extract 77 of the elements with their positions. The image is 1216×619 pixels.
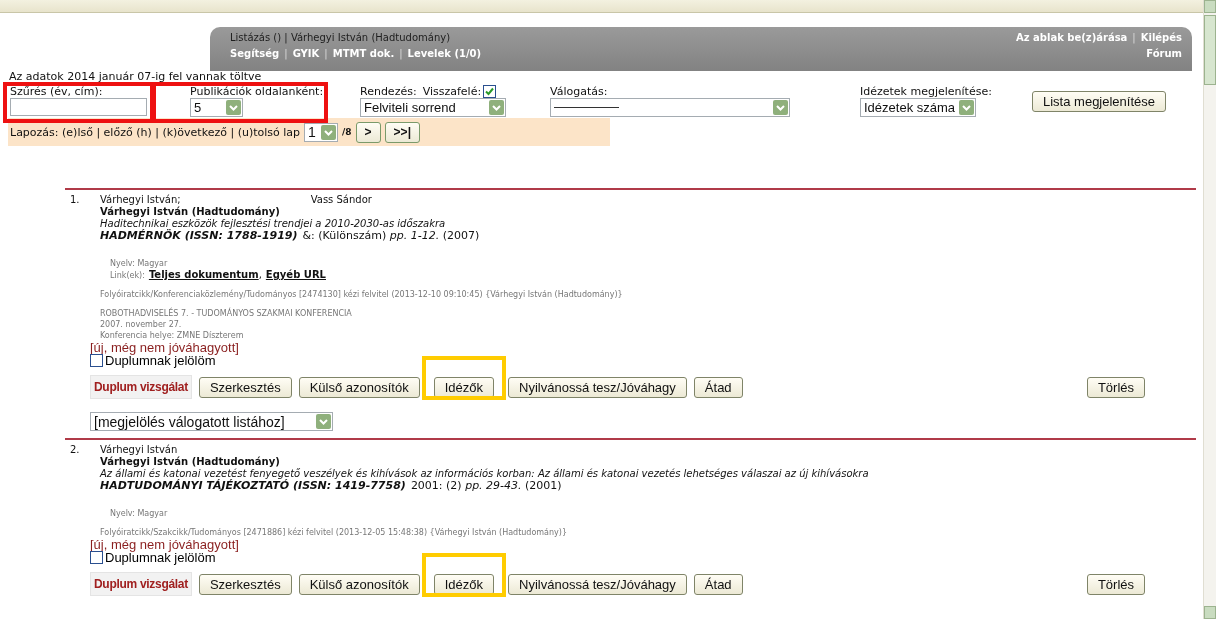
field-label: Szűrés (év, cím): (10, 85, 103, 98)
record-metadata: Folyóiratcikk/Konferenciaközlemény/Tudományos [2474130] kézi felvitel (2013-12-10 09:10:45) {Várhegyi István (Hadtudomány)} (100, 289, 623, 300)
dropdown-icon (321, 124, 337, 140)
dropdown-icon (226, 100, 241, 115)
source-details: 2001: (2) pp. 29-43. (2001) (410, 480, 562, 492)
duplicate-check-link[interactable]: Duplum vizsgálat (90, 572, 192, 596)
source-details: &: (Különszám) pp. 1-12. (2007) (302, 230, 480, 242)
checkbox-label: Visszafelé: (422, 85, 482, 98)
conference-info: ROBOTHADVISELÉS 7. - TUDOMÁNYOS SZAKMAI KONFERENCIA (100, 308, 353, 319)
scroll-up-button[interactable] (1204, 0, 1216, 13)
dropdown[interactable] (550, 98, 790, 117)
document-link[interactable]: Egyéb URL (265, 269, 326, 281)
dropdown-icon (316, 414, 331, 429)
paging-label: Lapozás: (e)lső | előző (h) | (k)övetkező | (u)tolsó lap (10, 125, 301, 139)
dropdown-icon (489, 100, 504, 115)
action-button[interactable]: Átad (693, 376, 743, 398)
action-button[interactable]: Átad (693, 573, 743, 595)
scroll-down-button[interactable] (1204, 606, 1216, 619)
conference-info: 2007. november 27. (100, 319, 183, 330)
page-total: /8 (342, 127, 352, 137)
language-info: Nyelv: Magyar (110, 258, 169, 269)
filter-field[interactable] (10, 98, 147, 116)
conference-info: Konferencia helye: ZMNE Díszterem (100, 330, 245, 341)
author-name: Vass Sándor (310, 194, 372, 206)
dropdown-icon (773, 100, 788, 115)
field-label: Publikációk oldalanként: (190, 85, 324, 98)
scroll-thumb[interactable] (1204, 15, 1216, 85)
checkbox[interactable] (90, 551, 103, 564)
action-button[interactable]: Nyilvánossá tesz/Jóváhagy (508, 376, 687, 398)
action-button[interactable]: Külső azonosítók (298, 573, 420, 595)
page-dropdown[interactable]: 1 (304, 122, 339, 142)
separator: | (399, 48, 403, 59)
dropdown[interactable]: Felviteli sorrend (360, 98, 506, 117)
data-notice: Az adatok 2014 január 07-ig fel vannak töltve (9, 71, 263, 83)
journal-name: HADMÉRNÖK (ISSN: 1788-1919) (100, 230, 298, 242)
author-name: Várhegyi István; (100, 194, 181, 206)
record-number: 2. (70, 444, 81, 457)
checkbox-label: Duplumnak jelölöm (105, 354, 216, 367)
language-info: Nyelv: Magyar (110, 508, 169, 519)
show-list-button[interactable]: Lista megjelenítése (1032, 91, 1166, 112)
publication-title: Az állami és katonai vezetést fenyegető veszélyek és kihívások az információs korban: Az állami és katonai vezetés lehetséges válaszai az új kihívásokra (100, 468, 869, 479)
duplicate-check-link[interactable]: Duplum vizsgálat (90, 375, 192, 399)
mark-dropdown[interactable]: [megjelölés válogatott listához] (90, 412, 333, 431)
blank-option-line (554, 107, 619, 108)
author-name: Várhegyi István (100, 444, 178, 456)
field-label: Idézetek megjelenítése: (860, 85, 992, 98)
document-link[interactable]: Teljes dokumentum (148, 269, 259, 281)
separator: | (284, 48, 288, 59)
delete-button[interactable]: Törlés (1086, 376, 1145, 398)
action-button[interactable]: Nyilvánossá tesz/Jóváhagy (508, 573, 687, 595)
page-title: Listázás () | Várhegyi István (Hadtudomány) (230, 32, 452, 43)
action-button[interactable]: Szerkesztés (198, 376, 292, 398)
checkbox-label: Duplumnak jelölöm (105, 551, 216, 564)
page-nav-button[interactable]: >>| (384, 121, 420, 143)
checkbox[interactable] (90, 354, 103, 367)
field-label: Válogatás: (550, 85, 608, 98)
owner-name: Várhegyi István (Hadtudomány) (100, 456, 280, 468)
dropdown[interactable]: Idézetek száma (860, 98, 976, 117)
action-button[interactable]: Idézők (433, 573, 495, 595)
action-button[interactable]: Idézők (433, 376, 495, 398)
dropdown-icon (959, 100, 975, 115)
checkbox[interactable] (483, 85, 497, 98)
link-separator: , (258, 269, 262, 281)
action-button[interactable]: Szerkesztés (198, 573, 292, 595)
publication-title: Haditechnikai eszközök fejlesztési trendjei a 2010-2030-as időszakra (100, 218, 447, 229)
journal-name: HADTUDOMÁNYI TÁJÉKOZTATÓ (ISSN: 1419-7758) (100, 480, 406, 492)
owner-name: Várhegyi István (Hadtudomány) (100, 206, 281, 218)
record-number: 1. (70, 194, 81, 207)
separator: | (324, 48, 328, 59)
dropdown[interactable]: 5 (190, 98, 243, 117)
action-button[interactable]: Külső azonosítók (298, 376, 420, 398)
links-label: Link(ek): (110, 270, 145, 281)
field-label: Rendezés: (360, 85, 417, 98)
page-nav-button[interactable]: > (355, 121, 381, 143)
delete-button[interactable]: Törlés (1086, 573, 1145, 595)
record-metadata: Folyóiratcikk/Szakcikk/Tudományos [2471886] kézi felvitel (2013-12-05 15:48:38) {Várhegyi István (Hadtudomány)} (100, 527, 569, 538)
separator: | (1132, 32, 1136, 43)
